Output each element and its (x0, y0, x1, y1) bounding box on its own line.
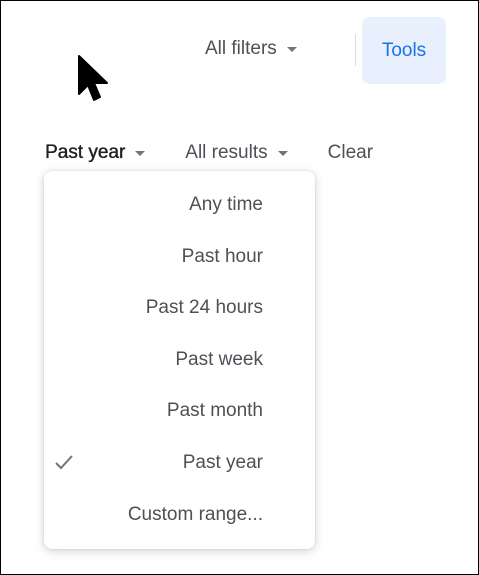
tools-label: Tools (381, 39, 427, 61)
all-filters-button[interactable]: All filters (205, 37, 297, 61)
menu-item-label: Past week (175, 349, 263, 370)
menu-item-label: Any time (189, 194, 263, 215)
tools-button[interactable]: Tools (362, 17, 446, 84)
menu-item-past-month[interactable]: Past month (44, 391, 315, 431)
time-filter-menu: Any time Past hour Past 24 hours Past we… (44, 171, 315, 549)
clear-button[interactable]: Clear (328, 142, 373, 164)
menu-item-past-year[interactable]: Past year (44, 443, 315, 483)
chevron-down-icon (286, 46, 297, 52)
chevron-down-icon (135, 150, 146, 156)
time-filter-dropdown[interactable]: Past year (45, 142, 146, 164)
menu-item-label: Custom range... (127, 504, 263, 525)
checkmark-icon (55, 455, 73, 470)
window-frame: All filters Tools Past year All results … (0, 0, 479, 575)
menu-item-past-hour[interactable]: Past hour (44, 237, 315, 277)
all-filters-label: All filters (205, 38, 277, 59)
results-filter-dropdown[interactable]: All results (185, 142, 288, 164)
tools-row: Past year All results Clear (45, 140, 373, 166)
menu-item-label: Past year (182, 452, 263, 473)
mouse-cursor-icon (78, 55, 108, 101)
time-filter-label: Past year (45, 142, 126, 163)
menu-item-label: Past 24 hours (145, 297, 263, 318)
chevron-down-icon (277, 150, 288, 156)
menu-item-custom-range[interactable]: Custom range... (44, 495, 315, 535)
menu-item-label: Past month (166, 400, 263, 421)
menu-item-past-24-hours[interactable]: Past 24 hours (44, 288, 315, 328)
results-filter-label: All results (185, 142, 268, 163)
menu-item-any-time[interactable]: Any time (44, 185, 315, 225)
menu-item-past-week[interactable]: Past week (44, 340, 315, 380)
menu-item-label: Past hour (181, 246, 263, 267)
divider (355, 34, 356, 66)
